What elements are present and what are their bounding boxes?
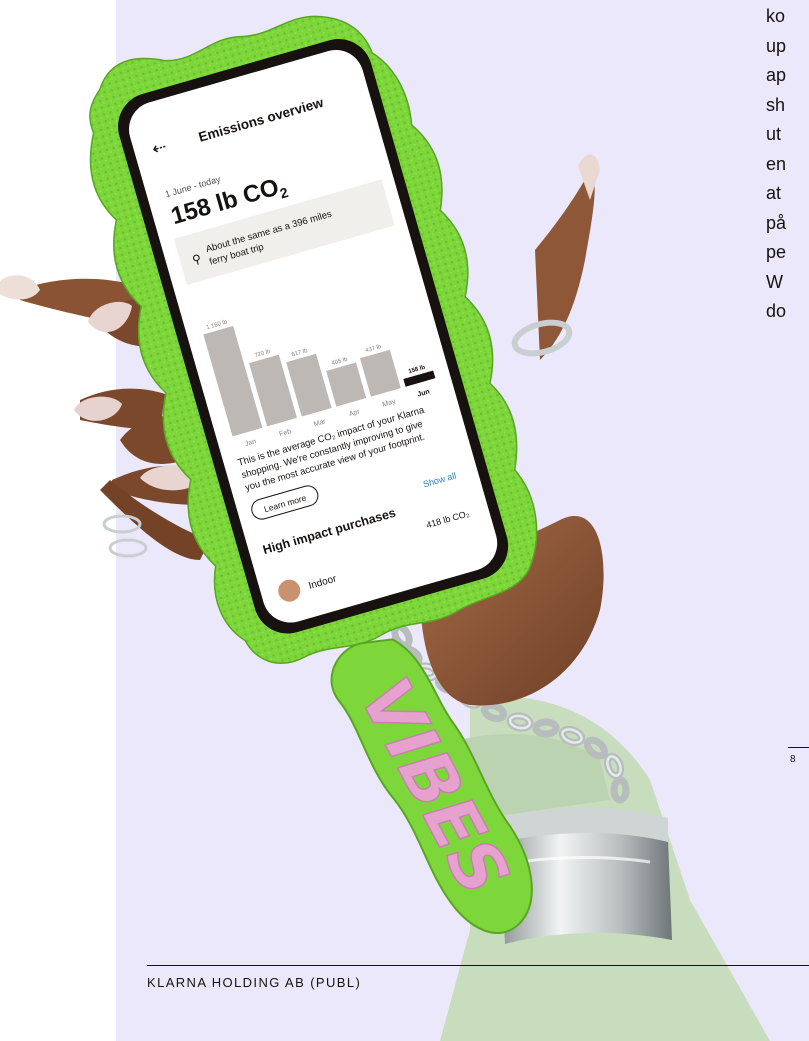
report-page: VIBES ⇠ Emissions overview 1 June - toda…	[0, 0, 809, 1041]
body-text-line: ko	[766, 6, 786, 26]
body-text-line: do	[766, 301, 787, 321]
body-text-line: at	[766, 183, 782, 203]
footer-company-name: KLARNA HOLDING AB (PUBL)	[147, 975, 362, 990]
footer-rule	[147, 965, 809, 966]
body-text-line: en	[766, 153, 787, 174]
body-text-line: på	[766, 212, 787, 233]
page-number-rule	[788, 747, 809, 748]
body-text-line: ap	[766, 65, 787, 85]
body-text-column: ko up ap sh ut en at på pe Wdo	[766, 2, 809, 327]
body-text-line: sh	[766, 94, 786, 115]
ring-2	[102, 514, 142, 534]
body-text-line: pe	[766, 242, 787, 262]
page-number: 8	[790, 754, 796, 765]
body-text-line: up	[766, 35, 787, 56]
hand-holding-phone-photo: VIBES ⇠ Emissions overview 1 June - toda…	[0, 15, 770, 1041]
body-text-line: W	[766, 271, 783, 292]
thumb	[535, 170, 595, 360]
body-text-line: ut	[766, 124, 782, 144]
